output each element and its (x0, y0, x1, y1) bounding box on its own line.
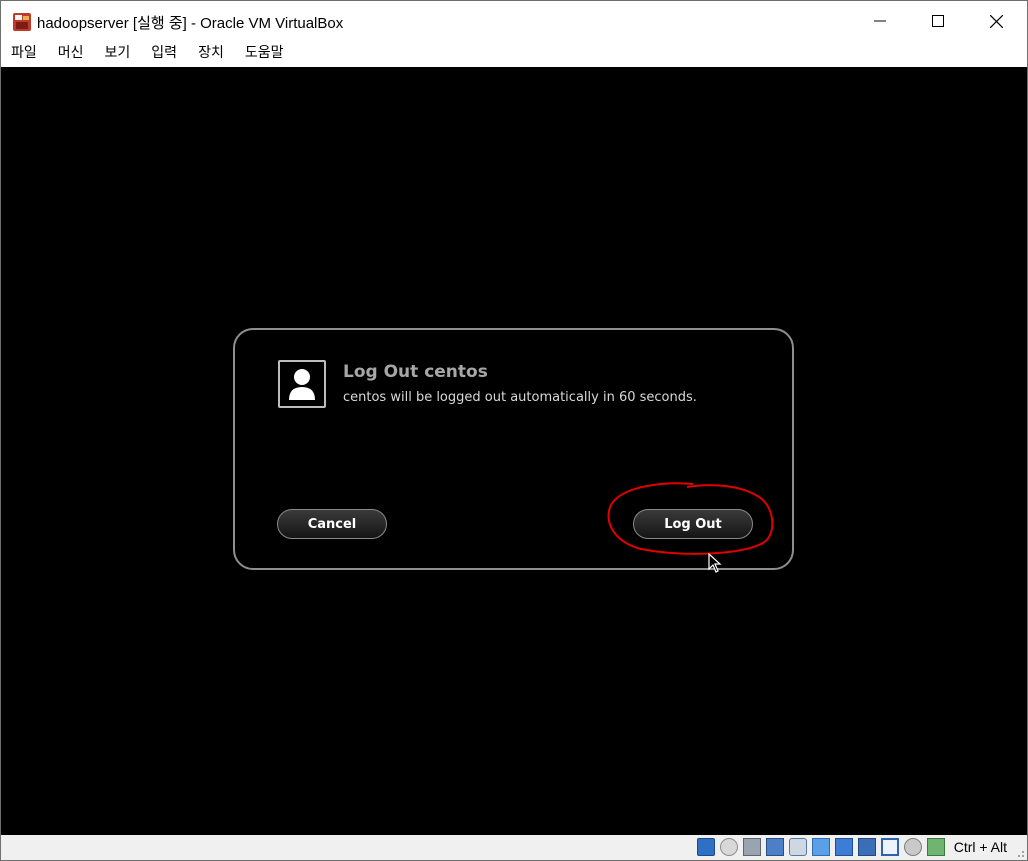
menu-input[interactable]: 입력 (141, 41, 185, 66)
close-button[interactable] (967, 1, 1025, 41)
close-icon (989, 14, 1003, 28)
mouse-integration-icon[interactable] (904, 838, 922, 856)
vm-display[interactable]: Log Out centos centos will be logged out… (1, 67, 1027, 835)
window-title: hadoopserver [실행 중] - Oracle VM VirtualB… (37, 15, 344, 32)
mouse-cursor-icon (708, 553, 722, 573)
menu-bar: 파일 머신 보기 입력 장치 도움말 (1, 41, 1027, 66)
usb-icon[interactable] (789, 838, 807, 856)
red-circle-annotation (607, 482, 774, 555)
menu-devices[interactable]: 장치 (188, 41, 232, 66)
menu-machine[interactable]: 머신 (48, 41, 92, 66)
audio-icon[interactable] (743, 838, 761, 856)
maximize-icon (932, 15, 944, 27)
shared-folders-icon[interactable] (812, 838, 830, 856)
status-icons (692, 838, 945, 856)
menu-view[interactable]: 보기 (95, 41, 139, 66)
display-icon[interactable] (835, 838, 853, 856)
keyboard-capture-icon[interactable] (927, 838, 945, 856)
host-key-label: Ctrl + Alt (953, 839, 1007, 855)
virtualbox-app-icon (12, 12, 32, 32)
dialog-message: centos will be logged out automatically … (343, 390, 697, 405)
dialog-title: Log Out centos (343, 362, 488, 382)
status-bar: Ctrl + Alt (1, 835, 1027, 860)
network-icon[interactable] (766, 838, 784, 856)
cpu-icon[interactable] (881, 838, 899, 856)
minimize-button[interactable] (851, 1, 909, 41)
menu-help[interactable]: 도움말 (235, 41, 292, 66)
cancel-button[interactable]: Cancel (277, 509, 387, 539)
maximize-button[interactable] (909, 1, 967, 41)
optical-drive-icon[interactable] (720, 838, 738, 856)
title-bar[interactable]: hadoopserver [실행 중] - Oracle VM VirtualB… (1, 1, 1027, 41)
video-capture-icon[interactable] (858, 838, 876, 856)
resize-grip-icon[interactable] (1015, 848, 1025, 858)
hard-disk-icon[interactable] (697, 838, 715, 856)
user-avatar-icon (278, 360, 326, 408)
virtualbox-window: hadoopserver [실행 중] - Oracle VM VirtualB… (0, 0, 1028, 861)
menu-file[interactable]: 파일 (1, 41, 45, 66)
minimize-icon (874, 20, 886, 22)
